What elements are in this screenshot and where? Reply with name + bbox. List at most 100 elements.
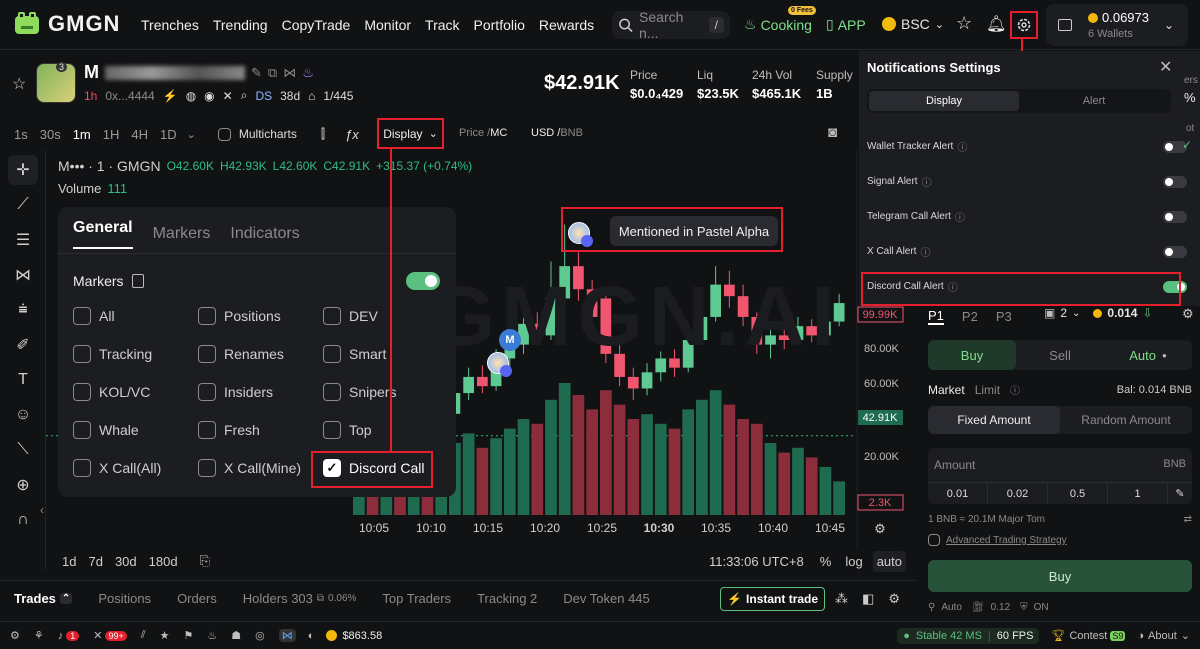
about-link[interactable]: About [1148,630,1177,642]
brush-icon[interactable]: ✐ [8,330,38,360]
currency-toggle[interactable]: USD / BNB [531,127,583,139]
marker-option[interactable]: Tracking [73,345,152,363]
search-box[interactable]: Search n... / [612,9,730,41]
log-toggle[interactable]: log [845,554,862,569]
bottom-tab-6[interactable]: Dev Token 445 [563,591,650,606]
notif-tab-display[interactable]: Display [869,91,1019,111]
nav-link-rewards[interactable]: Rewards [539,17,594,33]
checkbox[interactable] [323,421,341,439]
checkbox[interactable] [73,459,91,477]
checkbox[interactable] [198,345,216,363]
x-icon[interactable]: ✕ [223,89,233,103]
contest-label[interactable]: Contest [1069,630,1107,642]
marker-option[interactable]: Whale [73,421,139,439]
candle-type-icon[interactable]: ⫿ [321,126,325,142]
range-7d[interactable]: 7d [88,554,102,569]
flag-icon[interactable]: ⚑ [184,629,194,642]
candle-body[interactable] [627,376,639,389]
mention-marker[interactable]: M [499,329,521,351]
markers-toggle[interactable] [406,272,440,290]
notif-tab-alert[interactable]: Alert [1019,91,1169,111]
percent-toggle[interactable]: % [820,554,832,569]
star-icon[interactable]: ☆ [956,13,972,34]
checkbox[interactable] [323,383,341,401]
gear-icon[interactable]: ⚙ [10,629,20,642]
group-icon[interactable]: ⁂ [835,591,848,607]
signal-icon[interactable]: ◎ [255,629,265,642]
notification-toggle[interactable] [1163,175,1187,188]
notification-toggle[interactable] [1163,245,1187,258]
checkbox[interactable] [198,421,216,439]
range-1d[interactable]: 1d [62,554,76,569]
marker-option[interactable]: Top [323,421,372,439]
discord-icon[interactable]: ◐ [308,630,315,642]
calendar-icon[interactable]: ⎘ [200,553,210,569]
buy-button[interactable]: Buy [928,560,1192,592]
fib-icon[interactable]: ⩧ [8,295,38,325]
advanced-checkbox[interactable] [928,534,940,546]
chevron-down-icon[interactable]: ⌄ [1181,629,1190,642]
function-icon[interactable]: ƒx [345,127,359,142]
nav-link-copytrade[interactable]: CopyTrade [282,17,351,33]
trendline-icon[interactable]: ⟋ [8,190,38,220]
marker-option[interactable]: KOL/VC [73,383,150,401]
magnet-icon[interactable]: ∩ [8,505,38,535]
marker-option[interactable]: Renames [198,345,284,363]
wallet-select[interactable]: ▣ 2 ⌄ 0.014 ⇩ [1044,306,1153,320]
side-buy[interactable]: Buy [928,340,1016,370]
gear-icon[interactable]: ⚙ [1182,306,1194,322]
interval-1s[interactable]: 1s [14,127,28,142]
marker-option[interactable]: Fresh [198,421,260,439]
quick-amount[interactable]: 0.02 [988,483,1048,504]
marker-option[interactable]: Smart [323,345,386,363]
interval-30s[interactable]: 30s [40,127,61,142]
token-address[interactable]: 0x...4444 [105,89,154,103]
checkbox[interactable] [73,421,91,439]
interval-1m[interactable]: 1m [73,127,91,142]
settings-button[interactable] [1010,11,1038,39]
marker-option[interactable]: Insiders [198,383,273,401]
pattern-icon[interactable]: ⋈ [8,260,38,290]
checkbox[interactable] [323,307,341,325]
preset-p1[interactable]: P1 [928,308,944,325]
wallet-button[interactable]: 0.06973 6 Wallets ⌄ [1046,4,1188,46]
side-auto[interactable]: Auto ● [1104,340,1192,370]
checkbox[interactable] [198,383,216,401]
bottom-tab-1[interactable]: Positions [98,591,151,606]
checkbox[interactable] [73,345,91,363]
nav-link-trending[interactable]: Trending [213,17,268,33]
preset-p3[interactable]: P3 [996,309,1012,324]
chart-icon[interactable]: ⫽ [141,629,146,642]
globe-icon[interactable]: ◍ [186,89,196,103]
copy-icon[interactable]: ⧉ [268,65,277,81]
logo[interactable]: GMGN [12,10,120,38]
chevron-down-icon[interactable]: ⌄ [187,128,196,141]
star-icon[interactable]: ☆ [12,74,26,94]
zoom-in-icon[interactable]: ⊕ [8,470,38,500]
advanced-strategy[interactable]: Advanced Trading Strategy [928,534,1067,546]
candle-body[interactable] [477,376,488,387]
search-icon[interactable]: ⌕ [241,88,248,103]
menu-tab-indicators[interactable]: Indicators [230,225,299,243]
amount-field[interactable]: Amount BNB 0.01 0.02 0.5 1 ✎ [928,448,1192,504]
menu-tab-markers[interactable]: Markers [153,225,211,243]
bottom-tab-5[interactable]: Tracking 2 [477,591,537,606]
auto-toggle[interactable]: auto [872,550,906,572]
instant-trade-button[interactable]: ⚡ Instant trade [720,586,826,611]
cooking-button[interactable]: ♨ Cooking [744,16,812,33]
marker-option[interactable]: X Call(All) [73,459,161,477]
notification-toggle[interactable] [1163,210,1187,223]
poop-icon[interactable]: ☗ [231,629,241,642]
camera-icon[interactable]: ◙ [828,124,837,141]
app-button[interactable]: ▯ APP [826,16,866,33]
limit-tab[interactable]: Limit [975,383,1000,397]
range-180d[interactable]: 180d [149,554,178,569]
bell-icon[interactable]: 🔔︎ [986,14,1006,34]
market-tab[interactable]: Market [928,383,965,397]
side-sell[interactable]: Sell [1016,340,1104,370]
layout-icon[interactable]: ◧ [862,591,874,607]
edit-icon[interactable]: ✎ [1168,487,1192,500]
range-30d[interactable]: 30d [115,554,137,569]
star-icon[interactable]: ★ [160,629,170,642]
nav-link-portfolio[interactable]: Portfolio [474,17,525,33]
